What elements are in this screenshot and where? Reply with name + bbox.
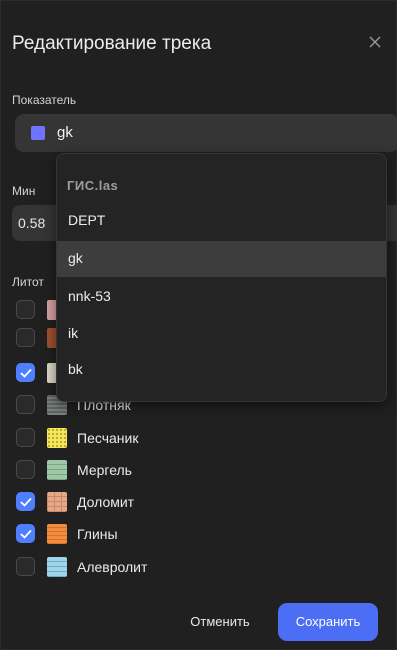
lithology-checkbox-checked[interactable] [16, 524, 35, 543]
dropdown-option[interactable]: bk [57, 352, 386, 388]
lithology-checkbox[interactable] [16, 428, 35, 447]
metric-label: Показатель [12, 93, 77, 107]
lithology-name: Песчаник [77, 430, 139, 446]
lithology-row-gliny[interactable]: Глины [15, 523, 315, 545]
metric-color-swatch [31, 126, 45, 140]
min-label: Мин [12, 184, 36, 198]
lithology-row-mergel[interactable]: Мергель [15, 459, 315, 481]
lithology-checkbox[interactable] [16, 328, 35, 347]
dropdown-option[interactable]: DEPT [57, 203, 386, 239]
dropdown-group-header: ГИС.las [67, 178, 119, 193]
metric-select[interactable]: gk [15, 114, 397, 152]
lithology-checkbox[interactable] [16, 557, 35, 576]
metric-dropdown-menu: ГИС.las DEPT gk nnk-53 ik bk [56, 153, 387, 402]
lithology-texture-icon [47, 492, 67, 512]
lithology-texture-icon [47, 524, 67, 544]
lithology-name: Алевролит [77, 559, 148, 575]
dialog-title: Редактирование трека [12, 33, 212, 54]
lithology-texture-icon [47, 428, 67, 448]
lithology-texture-icon [47, 460, 67, 480]
lithology-checkbox-checked[interactable] [16, 363, 35, 382]
metric-select-value: gk [57, 124, 73, 141]
save-button[interactable]: Сохранить [278, 603, 378, 641]
checkmark-icon [20, 497, 32, 507]
lithology-checkbox[interactable] [16, 460, 35, 479]
dropdown-option-selected[interactable]: gk [57, 241, 386, 277]
lithology-label: Литот [12, 275, 44, 289]
checkmark-icon [20, 529, 32, 539]
lithology-checkbox-checked[interactable] [16, 492, 35, 511]
lithology-checkbox[interactable] [16, 395, 35, 414]
dropdown-option-label: nnk-53 [68, 288, 111, 304]
lithology-name: Доломит [77, 494, 135, 510]
lithology-texture-icon [47, 557, 67, 577]
dropdown-option[interactable]: ik [57, 316, 386, 352]
checkmark-icon [20, 368, 32, 378]
dropdown-option-label: gk [68, 250, 83, 266]
lithology-row-alevrolit[interactable]: Алевролит [15, 556, 315, 578]
dropdown-option[interactable]: nnk-53 [57, 279, 386, 315]
dropdown-option-label: bk [68, 361, 83, 377]
lithology-name: Глины [77, 526, 118, 542]
close-icon[interactable] [367, 34, 383, 50]
cancel-button[interactable]: Отменить [171, 603, 269, 641]
lithology-checkbox[interactable] [16, 300, 35, 319]
edit-track-dialog: Редактирование трека Показатель gk Мин 0… [0, 0, 397, 650]
lithology-row-dolomit[interactable]: Доломит [15, 491, 315, 513]
lithology-name: Мергель [77, 462, 132, 478]
lithology-row-peschanik[interactable]: Песчаник [15, 427, 315, 449]
dropdown-option-label: DEPT [68, 212, 106, 228]
min-input-value: 0.58 [18, 215, 46, 231]
dropdown-option-label: ik [68, 325, 79, 341]
